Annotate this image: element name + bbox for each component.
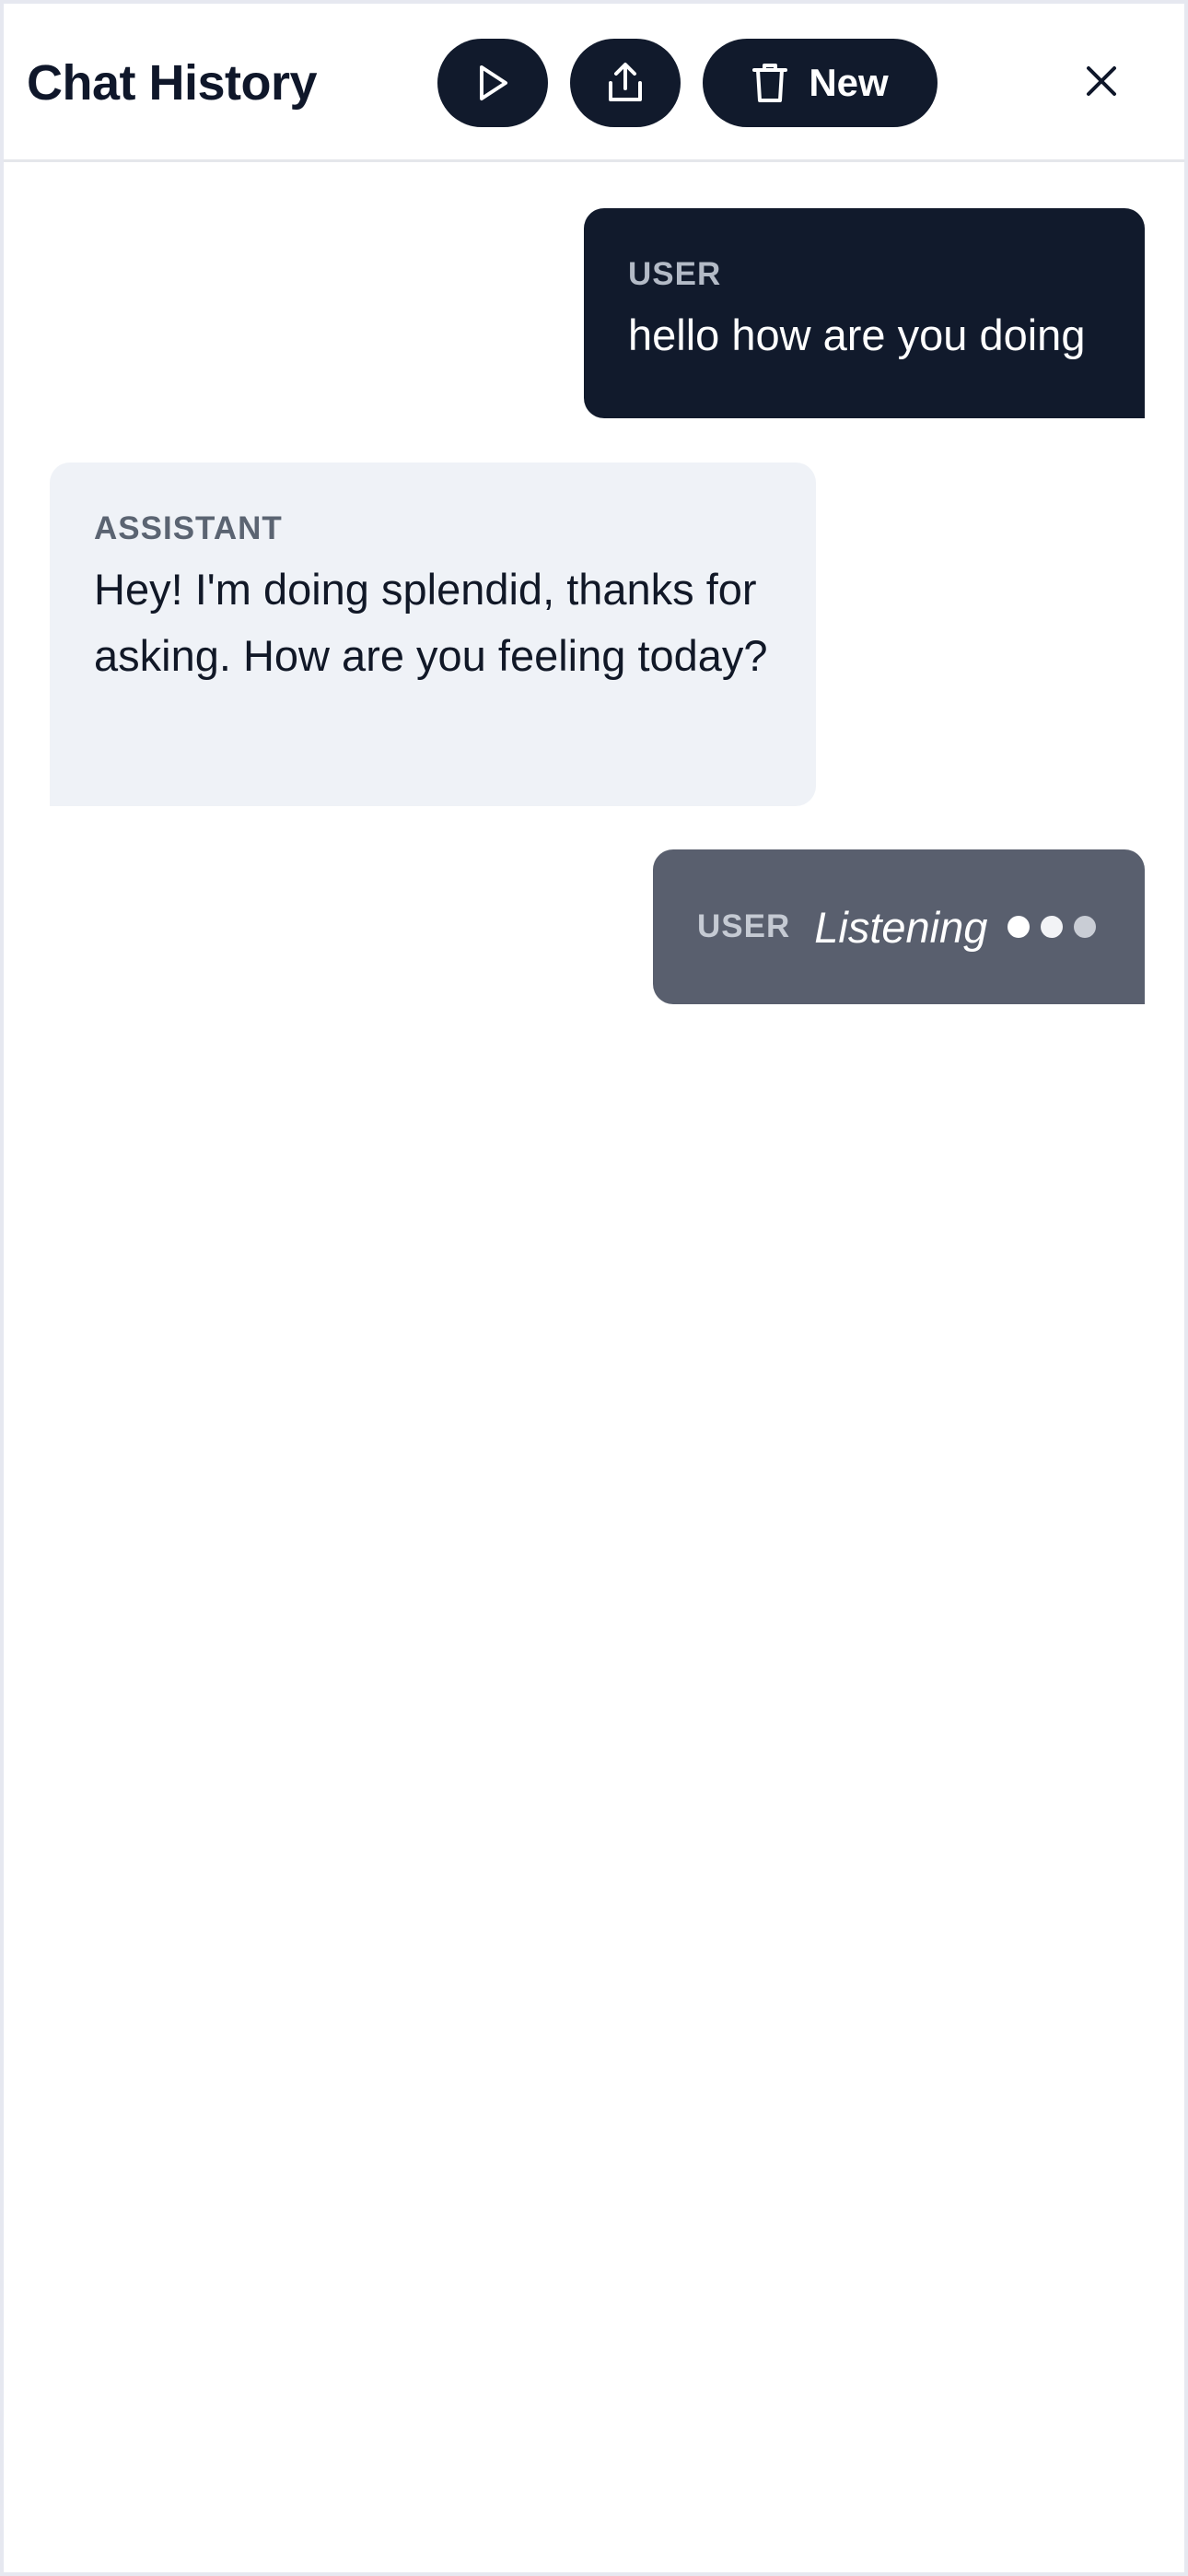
trash-icon bbox=[751, 62, 788, 104]
close-button[interactable] bbox=[1074, 55, 1129, 111]
listening-message: USER Listening bbox=[653, 849, 1145, 1004]
panel-header: Chat History New bbox=[4, 4, 1184, 162]
user-message: USER hello how are you doing bbox=[584, 208, 1145, 418]
listening-status: Listening bbox=[814, 902, 988, 952]
typing-dot bbox=[1007, 916, 1031, 938]
message-text: hello how are you doing bbox=[628, 310, 1086, 359]
close-icon bbox=[1085, 64, 1118, 102]
typing-indicator bbox=[1007, 916, 1097, 938]
chat-history-panel: Chat History New USER hello how are you … bbox=[0, 0, 1188, 2576]
play-icon bbox=[474, 63, 511, 103]
new-button-label: New bbox=[809, 61, 889, 104]
page-title: Chat History bbox=[27, 55, 318, 111]
message-role: USER bbox=[697, 908, 791, 944]
assistant-message: ASSISTANT Hey! I'm doing splendid, thank… bbox=[50, 463, 816, 806]
new-chat-button[interactable]: New bbox=[703, 39, 938, 127]
message-role: USER bbox=[628, 256, 722, 292]
message-role: ASSISTANT bbox=[94, 510, 283, 546]
play-button[interactable] bbox=[437, 39, 548, 127]
typing-dot bbox=[1074, 916, 1097, 938]
typing-dot bbox=[1041, 916, 1064, 938]
message-text: Hey! I'm doing splendid, thanks for aski… bbox=[94, 565, 768, 680]
share-button[interactable] bbox=[570, 39, 681, 127]
share-icon bbox=[605, 61, 646, 105]
